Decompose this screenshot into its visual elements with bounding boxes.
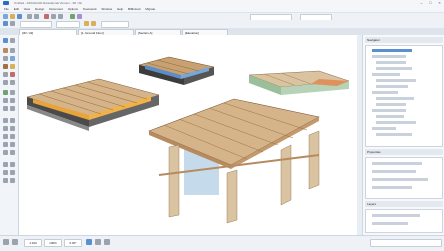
tree-item[interactable] (372, 91, 398, 94)
geometry-icon[interactable] (84, 21, 89, 26)
view-tab-bar: [3D / All] [1. Ground Floor] [Section A]… (0, 28, 444, 35)
layers-icon[interactable] (95, 239, 101, 245)
property-row (372, 162, 422, 165)
tree-item[interactable] (376, 115, 404, 118)
project-tree[interactable] (365, 45, 443, 147)
redo-icon[interactable] (34, 14, 39, 19)
shell-icon[interactable] (10, 98, 15, 103)
floor-slab-right[interactable] (248, 70, 350, 95)
property-row (372, 178, 428, 181)
navigator-header: Navigator (365, 37, 443, 43)
polyline-icon[interactable] (10, 142, 15, 147)
wall-icon[interactable] (3, 48, 8, 53)
layers-header: Layers (365, 201, 443, 207)
detail-icon[interactable] (3, 170, 8, 175)
tree-item[interactable] (376, 67, 412, 70)
section-icon[interactable] (3, 162, 8, 167)
arc-icon[interactable] (3, 142, 8, 147)
property-row (372, 186, 412, 189)
tree-item[interactable] (376, 133, 412, 136)
material-field[interactable] (101, 21, 129, 28)
layer-row[interactable] (372, 222, 408, 225)
roof-assembly-center[interactable] (138, 56, 215, 85)
3d-viewport[interactable] (19, 35, 357, 235)
undo-icon[interactable] (27, 14, 32, 19)
door-icon[interactable] (3, 64, 8, 69)
composite-slab-left[interactable] (26, 78, 160, 131)
window-icon[interactable] (10, 56, 15, 61)
worksheet-icon[interactable] (10, 170, 15, 175)
hotspot-icon[interactable] (10, 150, 15, 155)
layer-row[interactable] (372, 214, 420, 217)
dimension-icon[interactable] (3, 118, 8, 123)
stair-icon[interactable] (3, 80, 8, 85)
roof-icon[interactable] (10, 72, 15, 77)
arrow-tool-icon[interactable] (3, 21, 8, 26)
text-icon[interactable] (3, 126, 8, 131)
undo-icon[interactable] (3, 239, 9, 245)
marquee-tool-icon[interactable] (10, 38, 15, 43)
curtain-wall-icon[interactable] (3, 98, 8, 103)
marquee-icon[interactable] (10, 21, 15, 26)
properties-header: Properties (365, 149, 443, 155)
tree-item[interactable] (372, 55, 406, 58)
tree-item[interactable] (376, 85, 408, 88)
slab-icon[interactable] (3, 72, 8, 77)
scale-field[interactable]: 1:100 (24, 239, 42, 247)
properties-panel[interactable] (365, 157, 443, 199)
arrow-icon[interactable] (3, 38, 8, 43)
app-icon (3, 1, 9, 5)
zone-icon[interactable] (10, 90, 15, 95)
layer-icon[interactable] (70, 14, 75, 19)
height-field[interactable] (56, 21, 80, 28)
mesh-icon[interactable] (3, 90, 8, 95)
fill-icon[interactable] (3, 134, 8, 139)
elevation-icon[interactable] (10, 162, 15, 167)
timber-floor-assembly[interactable] (148, 98, 320, 224)
change-icon[interactable] (3, 178, 8, 183)
property-row (372, 170, 416, 173)
paste-icon[interactable] (58, 14, 63, 19)
tree-item[interactable] (376, 121, 416, 124)
model-drawing (26, 56, 350, 224)
view-icon[interactable] (86, 239, 92, 245)
tree-item[interactable] (372, 73, 400, 76)
line-icon[interactable] (10, 134, 15, 139)
level-icon[interactable] (10, 118, 15, 123)
toolbox (0, 35, 19, 235)
element-field[interactable] (20, 21, 52, 28)
tree-item[interactable] (376, 103, 406, 106)
pen-icon[interactable] (104, 239, 110, 245)
window-title: Untitled - ARCHICAD Educational Version … (14, 1, 82, 5)
zoom-field[interactable]: 100% (44, 239, 62, 247)
structure-icon[interactable] (91, 21, 96, 26)
object-icon[interactable] (10, 64, 15, 69)
beam-icon[interactable] (3, 56, 8, 61)
tree-item[interactable] (376, 79, 416, 82)
tree-item[interactable] (372, 127, 396, 130)
label-icon[interactable] (10, 126, 15, 131)
tree-item[interactable] (376, 61, 406, 64)
layers-panel[interactable] (365, 209, 443, 233)
new-icon[interactable] (3, 14, 8, 19)
column-icon[interactable] (10, 48, 15, 53)
camera-icon[interactable] (10, 178, 15, 183)
cut-icon[interactable] (44, 14, 49, 19)
morph-icon[interactable] (3, 106, 8, 111)
status-bar: 1:100 100% 0.00° (0, 235, 444, 251)
tree-item[interactable] (376, 97, 414, 100)
tree-item[interactable] (372, 49, 412, 52)
angle-field[interactable]: 0.00° (64, 239, 82, 247)
spline-icon[interactable] (3, 150, 8, 155)
skylight-icon[interactable] (10, 106, 15, 111)
open-icon[interactable] (10, 14, 15, 19)
redo-icon[interactable] (12, 239, 18, 245)
save-icon[interactable] (17, 14, 22, 19)
copy-icon[interactable] (51, 14, 56, 19)
navigator-panel: Navigator Properties Layers (362, 35, 444, 235)
renovation-icon[interactable] (77, 14, 82, 19)
quick-options[interactable] (370, 239, 442, 247)
railing-icon[interactable] (10, 80, 15, 85)
tree-item[interactable] (372, 109, 406, 112)
